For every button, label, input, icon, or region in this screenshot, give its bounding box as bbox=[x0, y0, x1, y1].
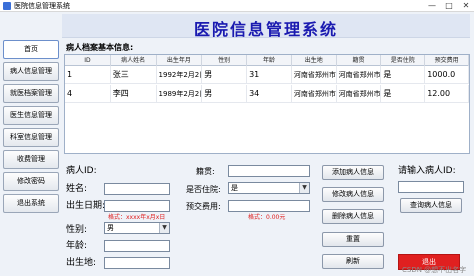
table-cell: 31 bbox=[247, 66, 292, 84]
patient-id-label: 病人ID: bbox=[66, 166, 97, 176]
nav-billing-button[interactable]: 收费管理 bbox=[3, 150, 59, 169]
prepay-hint: 格式：0.00元 bbox=[248, 214, 286, 221]
chevron-down-icon[interactable]: ▼ bbox=[299, 183, 309, 193]
nav-change-password-button[interactable]: 修改密码 bbox=[3, 172, 59, 191]
gender-label: 性别: bbox=[66, 225, 88, 235]
chevron-down-icon[interactable]: ▼ bbox=[159, 223, 169, 233]
table-row[interactable]: 1 张三 1992年2月2日 男 31 河南省郑州市 河南省郑州市 是 1000… bbox=[65, 66, 469, 84]
nav-department-info-button[interactable]: 科室信息管理 bbox=[3, 128, 59, 147]
table-cell: 男 bbox=[202, 66, 248, 84]
age-input[interactable] bbox=[104, 240, 170, 252]
col-header[interactable]: 出生年月 bbox=[157, 55, 203, 66]
col-header[interactable]: ID bbox=[65, 55, 111, 66]
add-patient-button[interactable]: 添加病人信息 bbox=[322, 165, 384, 180]
search-input[interactable] bbox=[398, 181, 464, 193]
patient-table[interactable]: ID 病人姓名 出生年月 性别 年龄 出生地 籍贯 是否住院 预交费用 1 张三… bbox=[64, 54, 470, 154]
nav-home-button[interactable]: 首页 bbox=[3, 40, 59, 59]
search-patient-button[interactable]: 查询病人信息 bbox=[400, 198, 462, 213]
name-input[interactable] bbox=[104, 183, 170, 195]
prepay-label: 预交费用: bbox=[186, 202, 221, 211]
table-cell: 4 bbox=[65, 85, 111, 103]
age-label: 年龄: bbox=[66, 241, 88, 251]
app-icon bbox=[3, 2, 11, 10]
birth-date-hint: 格式：xxxx年x月x日 bbox=[108, 214, 166, 221]
search-label: 请输入病人ID: bbox=[398, 166, 456, 176]
table-cell: 是 bbox=[381, 85, 426, 103]
table-cell: 河南省郑州市 bbox=[337, 85, 382, 103]
table-cell: 1992年2月2日 bbox=[157, 66, 203, 84]
banner: 医院信息管理系统 bbox=[62, 14, 470, 39]
birthplace-input[interactable] bbox=[104, 257, 170, 269]
refresh-button[interactable]: 刷新 bbox=[322, 254, 384, 269]
table-cell: 是 bbox=[381, 66, 426, 84]
close-icon[interactable]: ✕ bbox=[458, 0, 474, 12]
table-row[interactable]: 4 李四 1989年2月2日 男 34 河南省郑州市 河南省郑州市 是 12.0… bbox=[65, 85, 469, 103]
delete-patient-button[interactable]: 删除病人信息 bbox=[322, 209, 384, 224]
nav-exit-system-button[interactable]: 退出系统 bbox=[3, 194, 59, 213]
hospitalized-select-value: 是 bbox=[231, 184, 238, 192]
hospitalized-label: 是否住院: bbox=[186, 185, 221, 194]
birthplace-label: 出生地: bbox=[66, 258, 97, 268]
col-header[interactable]: 出生地 bbox=[292, 55, 337, 66]
reset-button[interactable]: 重置 bbox=[322, 232, 384, 247]
watermark: CSDN @想不出名字 bbox=[402, 266, 467, 274]
col-header[interactable]: 籍贯 bbox=[337, 55, 382, 66]
col-header[interactable]: 性别 bbox=[202, 55, 248, 66]
table-cell: 李四 bbox=[111, 85, 157, 103]
native-place-label: 籍贯: bbox=[196, 167, 215, 176]
table-cell: 1989年2月2日 bbox=[157, 85, 203, 103]
prepay-input[interactable] bbox=[228, 200, 310, 212]
col-header[interactable]: 病人姓名 bbox=[111, 55, 157, 66]
table-cell: 男 bbox=[202, 85, 248, 103]
table-header: ID 病人姓名 出生年月 性别 年龄 出生地 籍贯 是否住院 预交费用 bbox=[65, 55, 469, 66]
name-label: 姓名: bbox=[66, 184, 88, 194]
gender-select[interactable]: 男 ▼ bbox=[104, 222, 170, 234]
table-cell: 34 bbox=[247, 85, 292, 103]
table-cell: 河南省郑州市 bbox=[292, 66, 337, 84]
table-cell: 1 bbox=[65, 66, 111, 84]
minimize-icon[interactable]: — bbox=[424, 0, 440, 12]
table-cell: 张三 bbox=[111, 66, 157, 84]
birth-date-input[interactable] bbox=[104, 200, 170, 212]
gender-select-value: 男 bbox=[107, 224, 114, 232]
native-place-input[interactable] bbox=[228, 165, 310, 177]
table-title: 病人档案基本信息: bbox=[66, 43, 134, 52]
hospitalized-select[interactable]: 是 ▼ bbox=[228, 182, 310, 194]
nav-medical-record-button[interactable]: 就医档案管理 bbox=[3, 84, 59, 103]
window-titlebar: 医院信息管理系统 — □ ✕ bbox=[0, 0, 474, 12]
table-cell: 河南省郑州市 bbox=[292, 85, 337, 103]
table-cell: 河南省郑州市 bbox=[337, 66, 382, 84]
table-cell: 1000.0 bbox=[425, 66, 469, 84]
birth-date-label: 出生日期: bbox=[66, 201, 106, 211]
table-cell: 12.00 bbox=[425, 85, 469, 103]
col-header[interactable]: 年龄 bbox=[247, 55, 292, 66]
modify-patient-button[interactable]: 修改病人信息 bbox=[322, 187, 384, 202]
window-title: 医院信息管理系统 bbox=[14, 2, 70, 10]
nav-patient-info-button[interactable]: 病人信息管理 bbox=[3, 62, 59, 81]
col-header[interactable]: 是否住院 bbox=[381, 55, 426, 66]
maximize-icon[interactable]: □ bbox=[441, 0, 457, 12]
col-header[interactable]: 预交费用 bbox=[425, 55, 469, 66]
nav-doctor-info-button[interactable]: 医生信息管理 bbox=[3, 106, 59, 125]
banner-title: 医院信息管理系统 bbox=[193, 20, 338, 39]
